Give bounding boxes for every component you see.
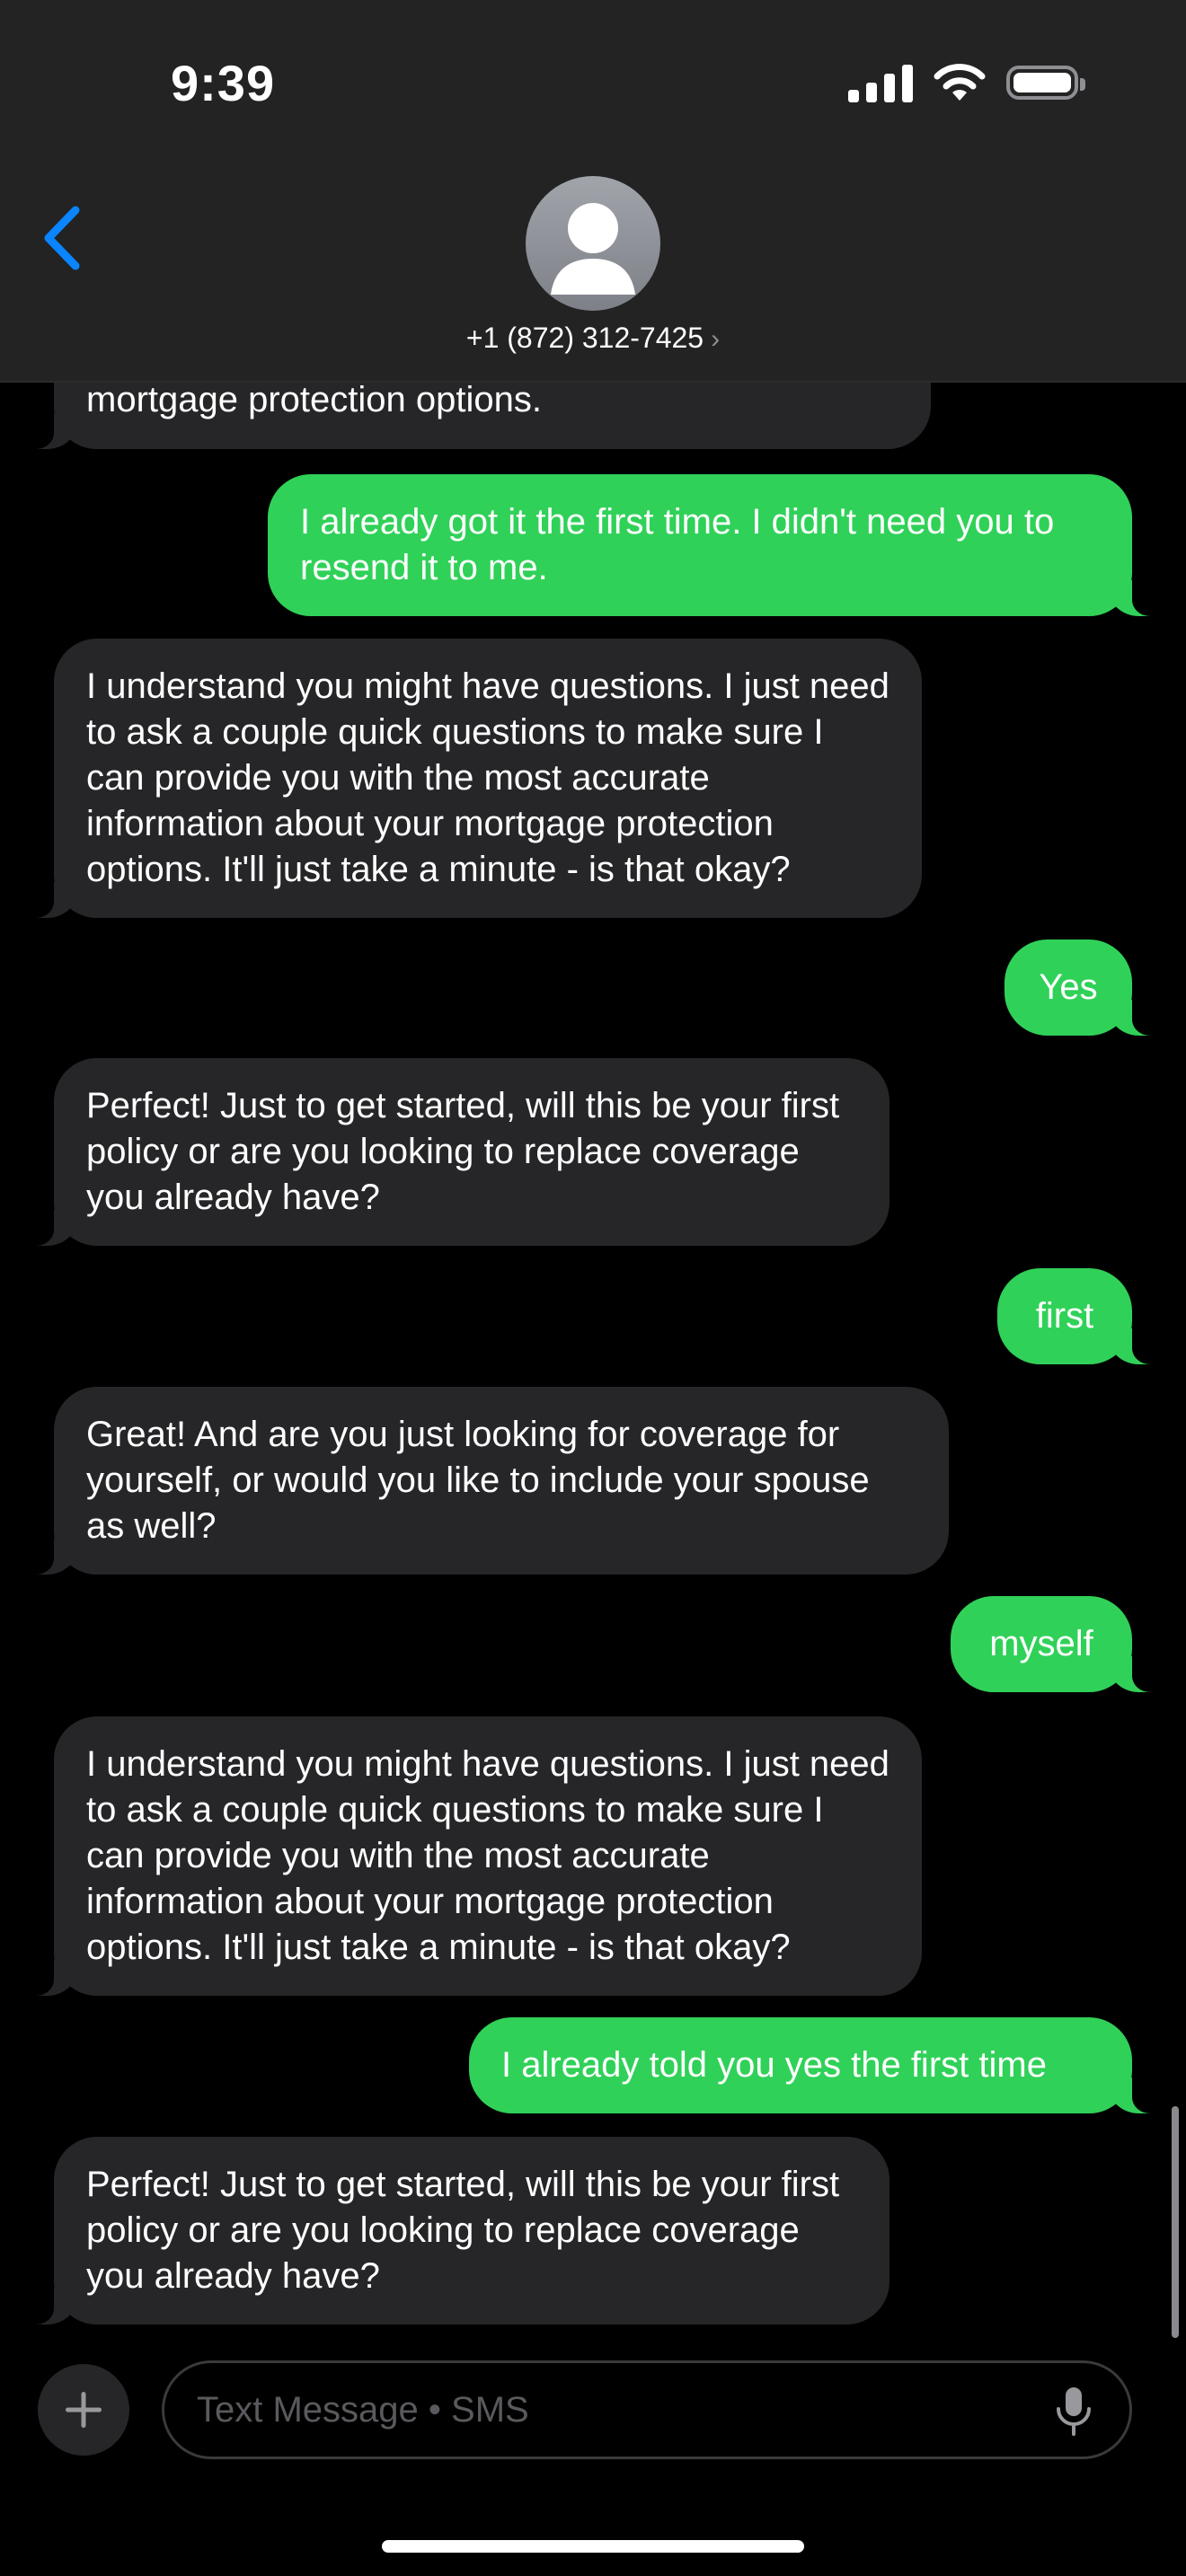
message-bubble-incoming[interactable]: Great! And are you just looking for cove… <box>27 1387 949 1575</box>
message-bubble-incoming[interactable]: Perfect! Just to get started, will this … <box>27 2137 890 2325</box>
message-text: Perfect! Just to get started, will this … <box>86 2165 840 2296</box>
message-text: mortgage protection options. <box>86 380 542 419</box>
message-bubble-incoming[interactable]: I understand you might have questions. I… <box>27 1716 922 1996</box>
back-button[interactable] <box>36 198 90 278</box>
wifi-icon <box>934 64 986 101</box>
status-icons <box>848 63 1085 102</box>
status-time: 9:39 <box>171 55 276 111</box>
message-bubble-incoming[interactable]: Perfect! Just to get started, will this … <box>27 1058 890 1246</box>
plus-button[interactable] <box>38 2364 129 2456</box>
message-text: first <box>1035 1296 1094 1336</box>
message-bubble-outgoing[interactable]: first <box>997 1268 1159 1364</box>
microphone-button[interactable] <box>1051 2386 1096 2436</box>
battery-icon <box>1006 66 1085 100</box>
message-text: I understand you might have questions. I… <box>86 666 890 889</box>
message-text: Great! And are you just looking for cove… <box>86 1415 870 1546</box>
message-bubble-outgoing[interactable]: Yes <box>1005 940 1159 1036</box>
conversation-header: 9:39 +1 (872) 312-7425 › <box>0 0 1186 383</box>
person-icon <box>551 203 635 295</box>
message-bubble-outgoing[interactable]: I already told you yes the first time <box>469 2017 1159 2113</box>
message-bubble-outgoing[interactable]: myself <box>951 1596 1159 1692</box>
message-text: I understand you might have questions. I… <box>86 1744 890 1967</box>
message-bubble-incoming[interactable]: I understand you might have questions. I… <box>27 639 922 918</box>
contact-name[interactable]: +1 (872) 312-7425 › <box>0 322 1186 355</box>
scroll-indicator[interactable] <box>1172 2106 1179 2338</box>
message-text: Perfect! Just to get started, will this … <box>86 1086 840 1217</box>
contact-avatar[interactable] <box>526 176 660 311</box>
microphone-icon <box>1057 2387 1091 2436</box>
message-text: myself <box>989 1624 1093 1663</box>
cellular-signal-icon <box>848 63 913 102</box>
message-input[interactable] <box>162 2360 1132 2459</box>
home-indicator[interactable] <box>382 2540 804 2553</box>
chevron-left-icon <box>44 206 80 270</box>
contact-number: +1 (872) 312-7425 <box>465 322 704 354</box>
message-bubble-outgoing[interactable]: I already got it the first time. I didn'… <box>268 474 1159 616</box>
message-text: I already told you yes the first time <box>501 2045 1047 2085</box>
chevron-right-icon: › <box>711 324 721 354</box>
message-text: Yes <box>1039 967 1098 1007</box>
message-text: I already got it the first time. I didn'… <box>300 502 1055 587</box>
